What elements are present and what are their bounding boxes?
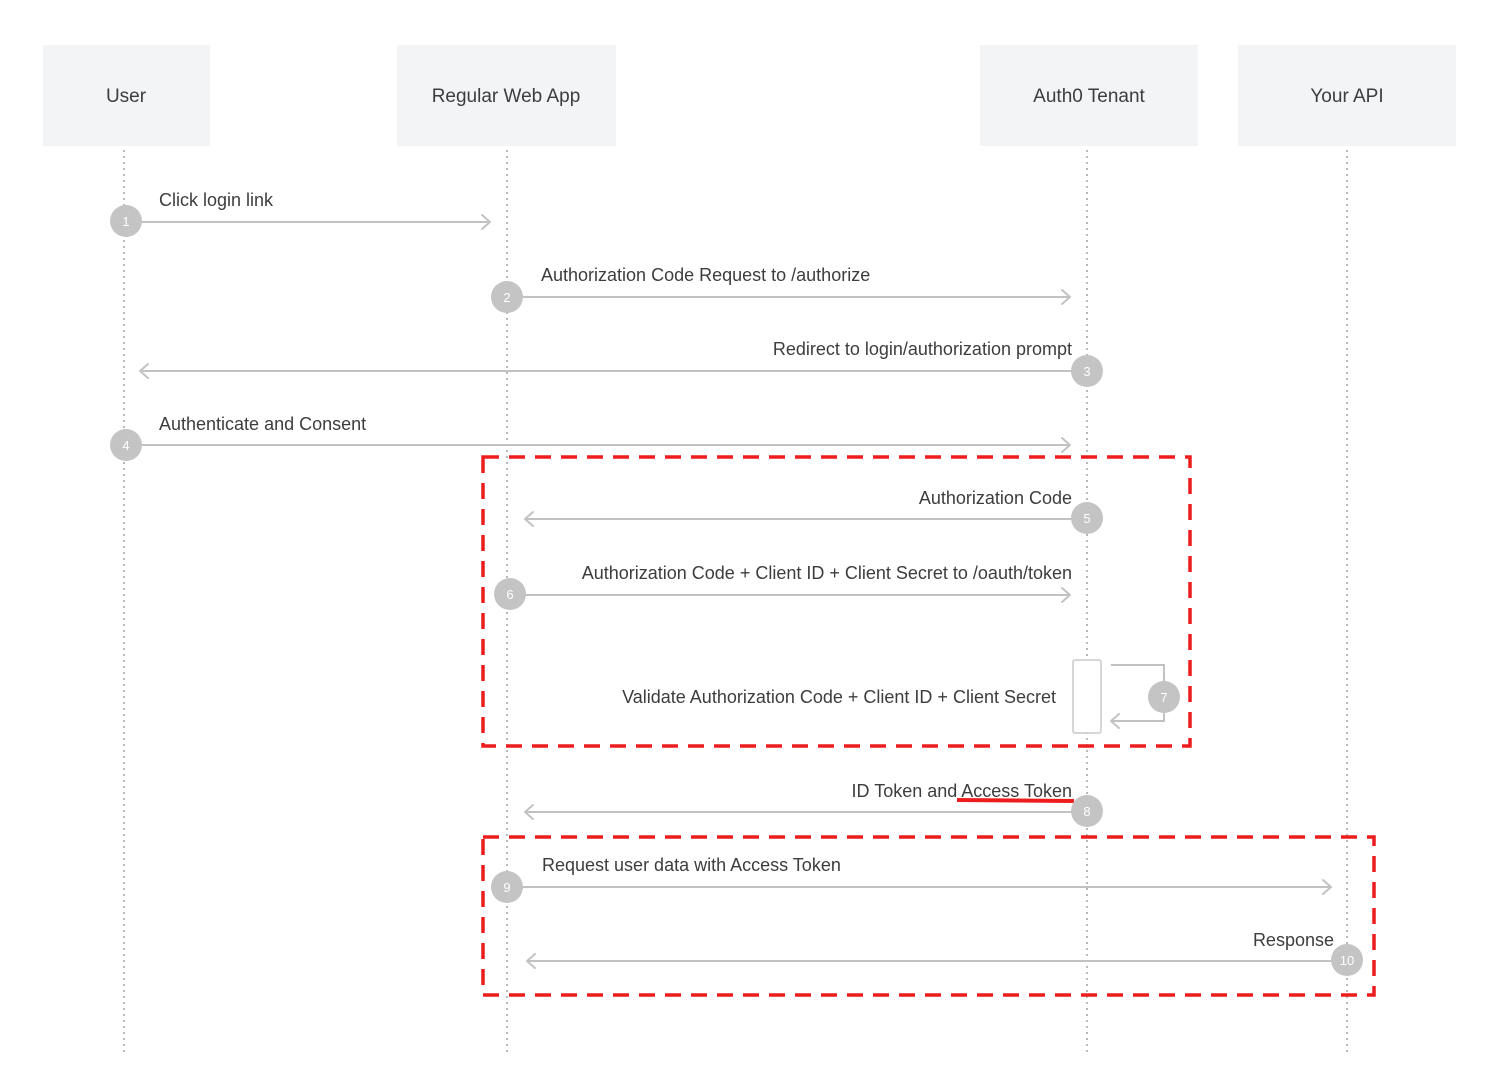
message-label: ID Token and Access Token <box>852 781 1072 801</box>
message-2: Authorization Code Request to /authorize… <box>491 265 1071 313</box>
activation-bar <box>1072 659 1102 734</box>
message-6: Authorization Code + Client ID + Client … <box>494 563 1072 610</box>
message-10: Response 10 <box>526 930 1363 976</box>
message-1: Click login link 1 <box>110 190 491 237</box>
message-label: Click login link <box>159 190 274 210</box>
message-label: Redirect to login/authorization prompt <box>773 339 1072 359</box>
message-label: Validate Authorization Code + Client ID … <box>622 687 1056 707</box>
step-number: 2 <box>503 290 510 305</box>
step-number: 9 <box>503 880 510 895</box>
step-number: 10 <box>1340 953 1354 968</box>
message-label: Request user data with Access Token <box>542 855 841 875</box>
actor-auth0: Auth0 Tenant <box>980 45 1198 146</box>
actor-label: Your API <box>1310 86 1383 107</box>
access-token-underline <box>956 798 1075 803</box>
step-number: 5 <box>1083 511 1090 526</box>
message-label: Response <box>1253 930 1334 950</box>
message-4: Authenticate and Consent 4 <box>110 414 1071 461</box>
message-label: Authorization Code + Client ID + Client … <box>582 563 1072 583</box>
step-number: 4 <box>122 438 129 453</box>
sequence-diagram: User Regular Web App Auth0 Tenant Your A… <box>43 45 1456 1055</box>
step-number: 1 <box>122 214 129 229</box>
step-number: 6 <box>506 587 513 602</box>
message-9: Request user data with Access Token 9 <box>491 855 1332 903</box>
message-3: Redirect to login/authorization prompt 3 <box>139 339 1103 387</box>
actor-webapp: Regular Web App <box>397 45 616 146</box>
actor-label: Regular Web App <box>432 86 581 107</box>
actor-label: User <box>106 86 147 107</box>
actor-api: Your API <box>1238 45 1456 146</box>
message-5: Authorization Code 5 <box>524 488 1103 534</box>
step-number: 3 <box>1083 364 1090 379</box>
message-label: Authorization Code <box>919 488 1072 508</box>
message-label: Authorization Code Request to /authorize <box>541 265 870 285</box>
message-7: Validate Authorization Code + Client ID … <box>622 659 1180 734</box>
actor-user: User <box>43 45 210 146</box>
step-number: 8 <box>1083 804 1090 819</box>
message-label: Authenticate and Consent <box>159 414 366 434</box>
message-8: ID Token and Access Token 8 <box>524 781 1103 827</box>
step-number: 7 <box>1160 690 1167 705</box>
actor-label: Auth0 Tenant <box>1033 86 1145 107</box>
